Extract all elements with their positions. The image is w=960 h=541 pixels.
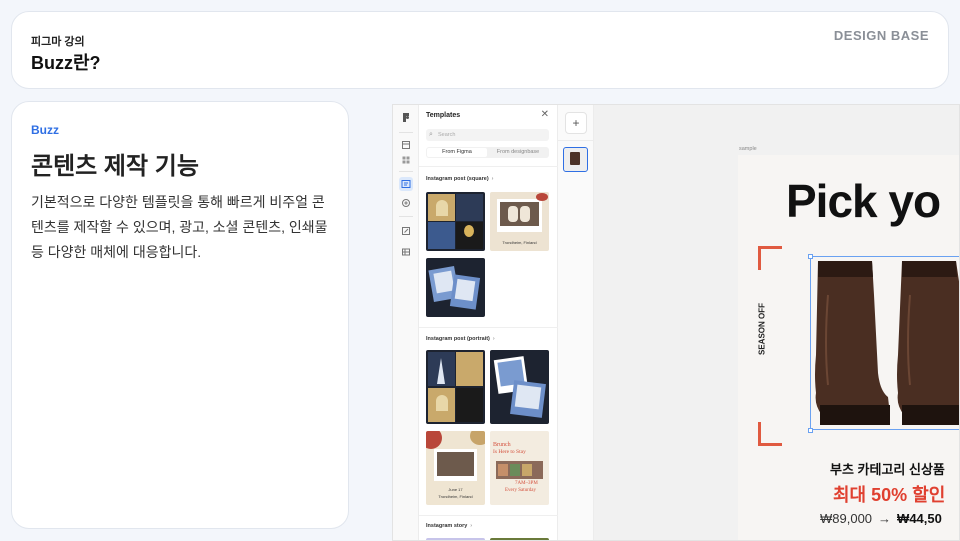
chevron-right-icon: › [470,523,473,529]
feature-description: 기본적으로 다양한 템플릿을 통해 빠르게 비주얼 콘텐츠를 제작할 수 있으며… [31,194,328,260]
tab-from-figma[interactable]: From Figma [427,148,487,157]
thumbnail-caption: June 17 [448,487,463,492]
corner-bracket [758,246,782,270]
promo-headline: Pick yo [786,175,941,227]
category-label: Instagram story [426,523,468,529]
sample-artboard[interactable]: Pick yo SEASON OFF 부츠 카테고리 신상품 최대 50% 할인… [738,155,959,540]
tool-strip [393,105,419,540]
feature-card: Buzz 콘텐츠 제작 기능 기본적으로 다양한 템플릿을 통해 빠르게 비주얼… [11,101,349,529]
template-thumbnail[interactable]: Trondheim, Finland [490,192,549,251]
template-thumbnail[interactable] [426,350,485,424]
thumbnail-caption: Trondheim, Finland [438,494,473,499]
selection-box[interactable] [810,256,959,430]
plus-circle-icon[interactable] [399,196,413,210]
design-canvas[interactable]: sample Pick yo SEASON OFF 부츠 카테고리 신상품 최대… [594,105,959,540]
resize-handle[interactable] [808,428,813,433]
category-label: Instagram post (square) [426,176,489,182]
chevron-right-icon: › [491,176,494,182]
template-thumbnail[interactable]: June 17 Trondheim, Finland [426,431,485,505]
chevron-right-icon: › [492,336,495,342]
season-off-text: SEASON OFF [757,302,767,356]
price-discounted: ₩44,50 [897,511,942,526]
edit-icon[interactable] [399,224,413,238]
thumbnail-caption: Every Saturday [505,488,536,493]
category-instagram-portrait[interactable]: Instagram post (portrait) › [426,336,495,342]
feature-title: 콘텐츠 제작 기능 [31,153,199,180]
template-thumbnail[interactable] [426,192,485,251]
search-placeholder: Search [438,132,456,138]
templates-title: Templates [426,112,461,119]
price-line: ₩89,000 → ₩44,50 [820,511,942,526]
divider [419,515,558,516]
thumbnail-caption: Trondheim, Finland [502,240,537,245]
template-thumbnail[interactable]: Brunch Is Here to Stay 7AM–3PM Every Sat… [490,431,549,505]
frame-label: sample [739,146,757,152]
divider [419,327,558,328]
resize-handle[interactable] [808,254,813,259]
close-icon[interactable]: ✕ [541,109,549,120]
divider [419,166,558,167]
category-instagram-square[interactable]: Instagram post (square) › [426,176,494,182]
design-base-logo: DESIGN BASE [833,28,929,43]
category-label: Instagram post (portrait) [426,336,490,342]
section-label: Buzz [31,123,59,137]
thumbnail-caption: Brunch [493,442,511,448]
thumbnail-caption: 7AM–3PM [515,481,538,486]
add-frame-button[interactable]: + [565,112,587,134]
divider [399,132,413,133]
search-input[interactable]: ⌕ Search [426,129,549,141]
promo-category-text: 부츠 카테고리 신상품 [830,462,945,477]
page-title: Buzz란? [31,53,101,73]
table-icon[interactable] [399,245,413,259]
frames-panel: + [558,105,594,540]
grid-icon[interactable] [399,153,413,167]
templates-panel: Templates ✕ ⌕ Search From Figma From des… [419,105,558,540]
header-card: 피그마 강의 Buzz란? DESIGN BASE [11,11,949,89]
breadcrumb: 피그마 강의 [31,36,85,48]
frame-icon[interactable] [399,138,413,152]
template-thumbnail[interactable] [426,258,485,317]
divider [558,140,594,141]
arrow-right-icon: → [878,511,892,526]
corner-bracket [758,422,782,446]
tab-from-designbase[interactable]: From designbase [488,148,548,157]
figma-logo-icon[interactable] [399,112,413,126]
divider [399,171,413,172]
search-icon: ⌕ [429,131,433,138]
category-instagram-story[interactable]: Instagram story › [426,523,472,529]
figma-screenshot: Templates ✕ ⌕ Search From Figma From des… [392,104,960,541]
frame-thumbnail-sample[interactable] [563,147,588,172]
source-tabs: From Figma From designbase [426,147,549,158]
divider [399,216,413,217]
templates-icon[interactable] [399,177,413,191]
thumbnail-caption: Is Here to Stay [493,449,526,455]
promo-sale-text: 최대 50% 할인 [833,485,946,505]
template-thumbnail[interactable] [490,350,549,424]
price-original: ₩89,000 [820,511,873,526]
